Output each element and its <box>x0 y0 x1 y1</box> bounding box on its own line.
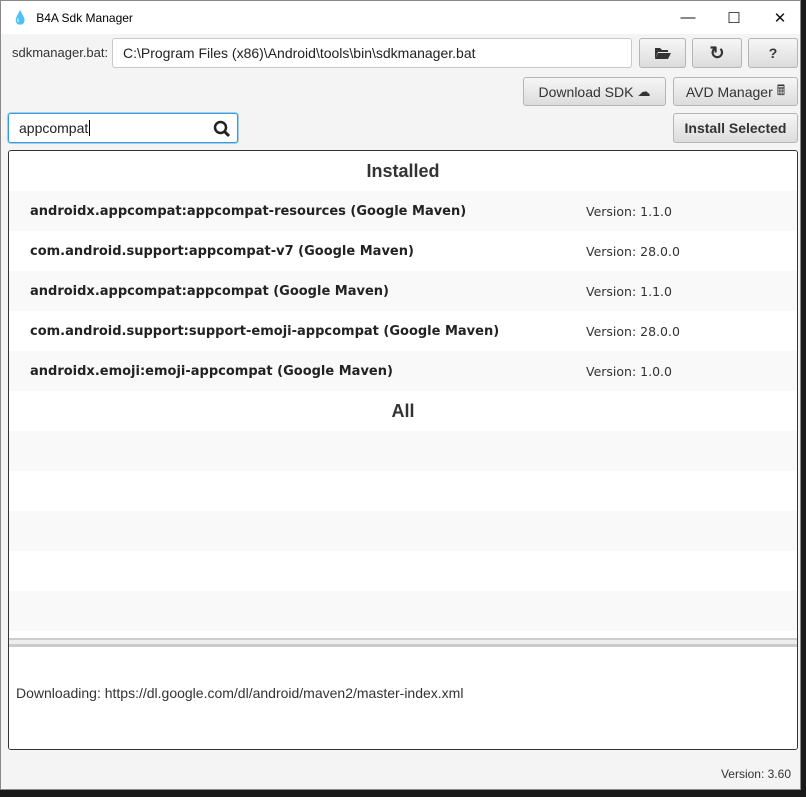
download-sdk-button[interactable]: Download SDK ☁ <box>523 77 666 106</box>
b4a-flame-icon: 💧 <box>12 9 29 25</box>
sdk-path-input[interactable]: C:\Program Files (x86)\Android\tools\bin… <box>112 38 632 68</box>
list-item[interactable]: androidx.emoji:emoji-appcompat (Google M… <box>9 351 797 391</box>
package-name: androidx.emoji:emoji-appcompat (Google M… <box>30 363 393 379</box>
title-bar: 💧 B4A Sdk Manager — ☐ ✕ <box>1 1 800 34</box>
install-selected-button[interactable]: Install Selected <box>673 113 798 143</box>
all-header: All <box>391 400 415 421</box>
list-item[interactable]: com.android.support:appcompat-v7 (Google… <box>9 231 797 271</box>
refresh-icon: ↻ <box>709 42 725 63</box>
sdk-manager-window: 💧 B4A Sdk Manager — ☐ ✕ sdkmanager.bat: … <box>0 0 801 790</box>
search-input[interactable]: appcompat <box>8 113 238 143</box>
search-value: appcompat <box>19 120 89 136</box>
close-button[interactable]: ✕ <box>757 1 803 34</box>
sdk-path-label: sdkmanager.bat: <box>12 45 109 60</box>
package-name: androidx.appcompat:appcompat (Google Mav… <box>30 283 389 299</box>
log-area[interactable]: Downloading: https://dl.google.com/dl/an… <box>9 646 797 749</box>
installed-header: Installed <box>366 160 440 181</box>
packages-panel: Installed androidx.appcompat:appcompat-r… <box>8 150 798 750</box>
avd-manager-label: AVD Manager <box>685 83 773 100</box>
package-version: Version: 1.0.0 <box>586 363 672 379</box>
package-name: com.android.support:appcompat-v7 (Google… <box>30 243 414 259</box>
window-title: B4A Sdk Manager <box>36 10 133 25</box>
list-item[interactable]: androidx.appcompat:appcompat-resources (… <box>9 191 797 231</box>
empty-row <box>9 551 797 591</box>
package-list[interactable]: Installed androidx.appcompat:appcompat-r… <box>9 151 797 638</box>
list-item[interactable]: com.android.support:support-emoji-appcom… <box>9 311 797 351</box>
package-version: Version: 1.1.0 <box>586 283 672 299</box>
log-text: Downloading: https://dl.google.com/dl/an… <box>16 685 464 701</box>
search-icon[interactable] <box>213 120 231 138</box>
empty-row <box>9 511 797 551</box>
help-button[interactable]: ? <box>748 38 798 68</box>
package-version: Version: 28.0.0 <box>586 243 680 259</box>
list-item[interactable]: androidx.appcompat:appcompat (Google Mav… <box>9 271 797 311</box>
minimize-button[interactable]: — <box>665 1 711 34</box>
package-version: Version: 28.0.0 <box>586 323 680 339</box>
browse-button[interactable] <box>639 38 686 68</box>
package-version: Version: 1.1.0 <box>586 203 672 219</box>
splitter-handle[interactable] <box>9 638 797 646</box>
refresh-button[interactable]: ↻ <box>692 38 742 68</box>
empty-row <box>9 591 797 631</box>
maximize-button[interactable]: ☐ <box>711 1 757 34</box>
cloud-download-icon: ☁ <box>637 83 651 99</box>
calculator-icon: 🖩 <box>776 81 786 98</box>
app-version: Version: 3.60 <box>720 767 791 781</box>
avd-manager-button[interactable]: AVD Manager 🖩 <box>673 77 798 106</box>
download-sdk-label: Download SDK <box>538 83 634 100</box>
package-name: com.android.support:support-emoji-appcom… <box>30 323 500 339</box>
empty-row <box>9 431 797 471</box>
folder-open-icon <box>654 48 671 59</box>
package-name: androidx.appcompat:appcompat-resources (… <box>30 203 467 219</box>
empty-row <box>9 471 797 511</box>
